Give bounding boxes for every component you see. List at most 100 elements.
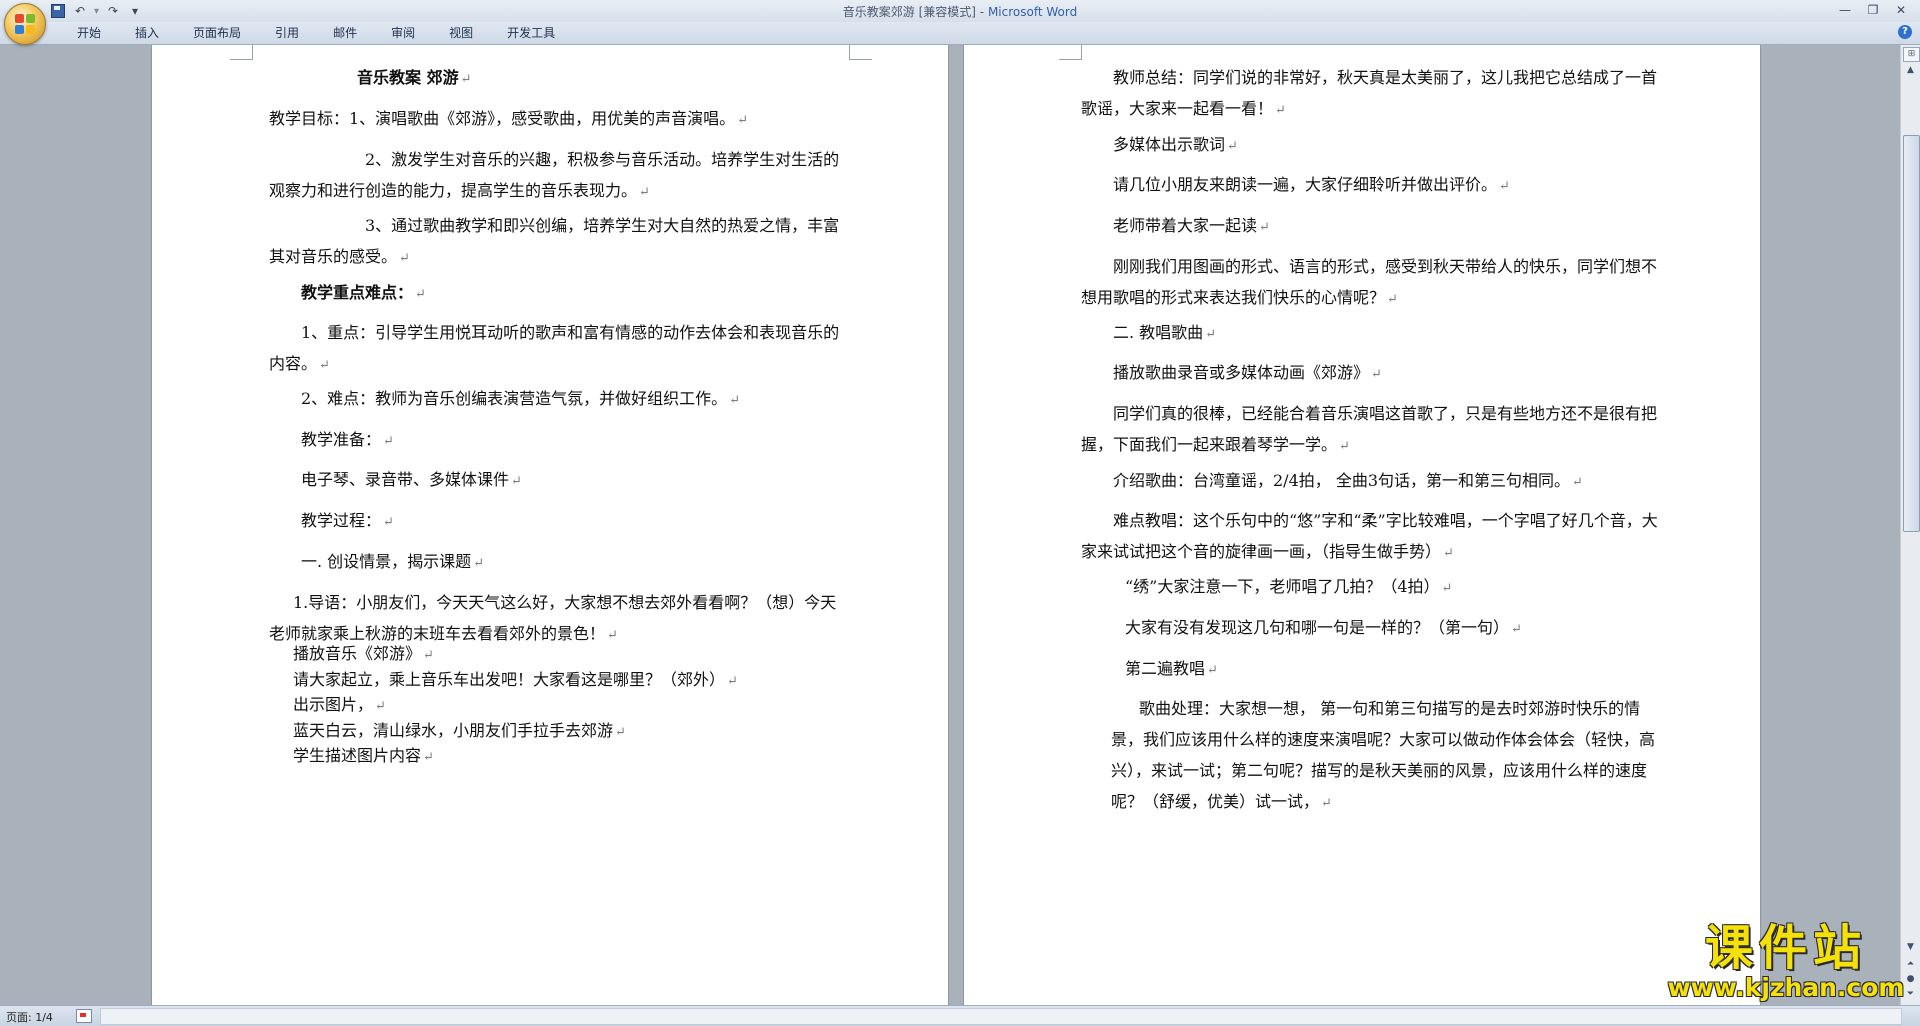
paragraph-mark-icon: ↵ [1387, 292, 1398, 307]
maximize-button[interactable]: ❐ [1860, 1, 1886, 19]
paragraph[interactable]: 二. 教唱歌曲 ↵ [1081, 317, 1661, 350]
tab-home[interactable]: 开始 [60, 25, 118, 41]
paragraph[interactable]: 3、通过歌曲教学和即兴创编，培养学生对大自然的热爱之情，丰富其对音乐的感受。 ↵ [269, 210, 849, 274]
paragraph[interactable]: 2、难点：教师为音乐创编表演营造气氛，并做好组织工作。 ↵ [269, 383, 849, 416]
paragraph-mark-icon: ↵ [383, 515, 394, 530]
paragraph[interactable]: “绣”大家注意一下，老师唱了几拍？（4拍） ↵ [1111, 571, 1661, 604]
paragraph-text: 同学们真的很棒，已经能合着音乐演唱这首歌了，只是有些地方还不是很有把握，下面我们… [1081, 404, 1658, 454]
paragraph[interactable]: 一. 创设情景，揭示课题 ↵ [269, 546, 849, 579]
paragraph-text: 1、重点：引导学生用悦耳动听的歌声和富有情感的动作去体会和表现音乐的内容。 [269, 323, 840, 373]
paragraph-mark-icon: ↵ [1443, 546, 1454, 561]
vertical-scrollbar[interactable]: ⊞ ▲ ▼ ⏶ ● ⏷ [1900, 45, 1920, 1005]
paragraph-text: 二. 教唱歌曲 [1113, 323, 1204, 342]
document-workspace[interactable]: 音乐教案 郊游 ↵ 教学目标：1、演唱歌曲《郊游》，感受歌曲，用优美的声音演唱。 ↵ 2… [0, 45, 1900, 1005]
paragraph[interactable]: 电子琴、录音带、多媒体课件 ↵ [269, 464, 849, 497]
paragraph-text: 学生描述图片内容 [293, 746, 422, 765]
crop-mark [1059, 45, 1082, 60]
paragraph[interactable]: 难点教唱：这个乐句中的“悠”字和“柔”字比较难唱，一个字唱了好几个音，大家来试试… [1081, 505, 1661, 569]
paragraph-text: 请大家起立，乘上音乐车出发吧！大家看这是哪里？（郊外） [293, 670, 726, 689]
paragraph-text: 介绍歌曲：台湾童谣，2/4拍， 全曲3句话，第一和第三句相同。 [1113, 471, 1571, 490]
paragraph-text: 2、难点：教师为音乐创编表演营造气氛，并做好组织工作。 [301, 389, 728, 408]
paragraph-mark-icon: ↵ [1511, 622, 1522, 637]
paragraph-text: “绣”大家注意一下，老师唱了几拍？（4拍） [1125, 577, 1440, 596]
paragraph[interactable]: 同学们真的很棒，已经能合着音乐演唱这首歌了，只是有些地方还不是很有把握，下面我们… [1081, 398, 1661, 462]
paragraph[interactable]: 教学目标：1、演唱歌曲《郊游》，感受歌曲，用优美的声音演唱。 ↵ [269, 103, 849, 136]
paragraph-mark-icon: ↵ [511, 474, 522, 489]
paragraph[interactable]: 介绍歌曲：台湾童谣，2/4拍， 全曲3句话，第一和第三句相同。 ↵ [1081, 465, 1661, 498]
tab-review[interactable]: 审阅 [374, 25, 432, 41]
paragraph[interactable]: 播放歌曲录音或多媒体动画《郊游》 ↵ [1081, 357, 1661, 390]
paragraph-mark-icon: ↵ [319, 358, 330, 373]
paragraph-mark-icon: ↵ [1205, 327, 1217, 342]
view-ruler-button[interactable]: ⊞ [1903, 47, 1920, 62]
paragraph-text: 难点教唱：这个乐句中的“悠”字和“柔”字比较难唱，一个字唱了好几个音，大家来试试… [1081, 511, 1658, 561]
paragraph-text: 蓝天白云，清山绿水，小朋友们手拉手去郊游 [293, 721, 614, 740]
tab-references[interactable]: 引用 [258, 25, 316, 41]
paragraph-mark-icon: ↵ [423, 750, 434, 765]
paragraph-mark-icon: ↵ [1441, 581, 1453, 596]
window-title: 音乐教案郊游 [兼容模式] - Microsoft Word [0, 3, 1920, 20]
paragraph-text: 一. 创设情景，揭示课题 [301, 552, 472, 571]
close-icon: ✕ [1895, 3, 1907, 17]
paragraph-mark-icon: ↵ [415, 287, 426, 302]
paragraph-text: 刚刚我们用图画的形式、语言的形式，感受到秋天带给人的快乐，同学们想不想用歌唱的形… [1081, 257, 1658, 307]
paragraph[interactable]: 请几位小朋友来朗读一遍，大家仔细聆听并做出评价。 ↵ [1081, 169, 1661, 202]
tab-view[interactable]: 视图 [432, 25, 490, 41]
scroll-up-button[interactable]: ▲ [1903, 63, 1918, 77]
tab-page-layout[interactable]: 页面布局 [176, 25, 258, 41]
paragraph-text: 播放歌曲录音或多媒体动画《郊游》 [1113, 363, 1370, 382]
paragraph-mark-icon: ↵ [1339, 439, 1350, 454]
paragraph-mark-icon: ↵ [615, 725, 626, 740]
watermark-text: 课件站 [1704, 920, 1867, 976]
paragraph[interactable]: 大家有没有发现这几句和哪一句是一样的？（第一句） ↵ [1111, 612, 1661, 645]
paragraph-text: 音乐教案 郊游 [357, 68, 459, 87]
paragraph-text: 教学目标：1、演唱歌曲《郊游》，感受歌曲，用优美的声音演唱。 [269, 109, 736, 128]
ribbon-tabs: 开始 插入 页面布局 引用 邮件 审阅 视图 开发工具 ? [0, 22, 1920, 45]
scroll-thumb[interactable] [1903, 135, 1920, 532]
window-controls: — ❐ ✕ [1832, 1, 1914, 19]
paragraph[interactable]: 老师带着大家一起读 ↵ [1081, 210, 1661, 243]
minimize-button[interactable]: — [1832, 1, 1858, 19]
proofing-icon[interactable] [76, 1009, 92, 1023]
close-button[interactable]: ✕ [1888, 1, 1914, 19]
paragraph-text: 2、激发学生对音乐的兴趣，积极参与音乐活动。培养学生对生活的观察力和进行创造的能… [269, 150, 840, 200]
paragraph[interactable]: 2、激发学生对音乐的兴趣，积极参与音乐活动。培养学生对生活的观察力和进行创造的能… [269, 144, 849, 208]
watermark-url: www.kjzhan.com [1667, 973, 1905, 1002]
paragraph[interactable]: 教学准备： ↵ [269, 424, 849, 457]
paragraph[interactable]: 音乐教案 郊游 ↵ [357, 62, 517, 95]
paragraph[interactable]: 1、重点：引导学生用悦耳动听的歌声和富有情感的动作去体会和表现音乐的内容。 ↵ [269, 317, 849, 381]
paragraph[interactable]: 第二遍教唱 ↵ [1111, 653, 1661, 686]
document-page-2[interactable]: 教师总结：同学们说的非常好，秋天真是太美丽了，这儿我把它总结成了一首歌谣，大家来… [964, 45, 1760, 1005]
paragraph[interactable]: 教学过程： ↵ [269, 505, 849, 538]
paragraph-text: 教师总结：同学们说的非常好，秋天真是太美丽了，这儿我把它总结成了一首歌谣，大家来… [1081, 68, 1658, 118]
paragraph-text: 多媒体出示歌词 [1113, 135, 1226, 154]
paragraph-text: 出示图片， [293, 695, 374, 714]
title-separator: - [975, 5, 988, 19]
tab-mailings[interactable]: 邮件 [316, 25, 374, 41]
document-page-1[interactable]: 音乐教案 郊游 ↵ 教学目标：1、演唱歌曲《郊游》，感受歌曲，用优美的声音演唱。 ↵ 2… [152, 45, 948, 1005]
paragraph[interactable]: 学生描述图片内容 ↵ [269, 740, 849, 773]
crop-mark [849, 45, 872, 60]
paragraph-text: 歌曲处理：大家想一想， 第一句和第三句描写的是去时郊游时快乐的情景，我们应该用什… [1111, 699, 1656, 811]
paragraph-text: 大家有没有发现这几句和哪一句是一样的？（第一句） [1125, 618, 1510, 637]
help-icon[interactable]: ? [1898, 25, 1912, 39]
paragraph-mark-icon: ↵ [383, 434, 394, 449]
paragraph[interactable]: 教学重点难点： ↵ [269, 277, 849, 310]
office-button[interactable] [4, 3, 46, 45]
paragraph-text: 电子琴、录音带、多媒体课件 [301, 470, 510, 489]
horizontal-scrollbar[interactable] [100, 1008, 1902, 1025]
paragraph-mark-icon: ↵ [1321, 796, 1332, 811]
paragraph-mark-icon: ↵ [737, 113, 749, 128]
crop-mark [230, 45, 253, 60]
paragraph[interactable]: 刚刚我们用图画的形式、语言的形式，感受到秋天带给人的快乐，同学们想不想用歌唱的形… [1081, 251, 1661, 315]
paragraph-text: 3、通过歌曲教学和即兴创编，培养学生对大自然的热爱之情，丰富其对音乐的感受。 [269, 216, 840, 266]
paragraph-mark-icon: ↵ [375, 699, 386, 714]
paragraph[interactable]: 教师总结：同学们说的非常好，秋天真是太美丽了，这儿我把它总结成了一首歌谣，大家来… [1081, 62, 1661, 126]
paragraph-mark-icon: ↵ [727, 674, 738, 689]
tab-insert[interactable]: 插入 [118, 25, 176, 41]
page-number-status[interactable]: 页面: 1/4 [6, 1009, 53, 1025]
app-name: Microsoft Word [987, 5, 1078, 19]
paragraph[interactable]: 多媒体出示歌词 ↵ [1081, 129, 1661, 162]
paragraph[interactable]: 歌曲处理：大家想一想， 第一句和第三句描写的是去时郊游时快乐的情景，我们应该用什… [1111, 693, 1661, 819]
tab-developer[interactable]: 开发工具 [490, 25, 572, 41]
